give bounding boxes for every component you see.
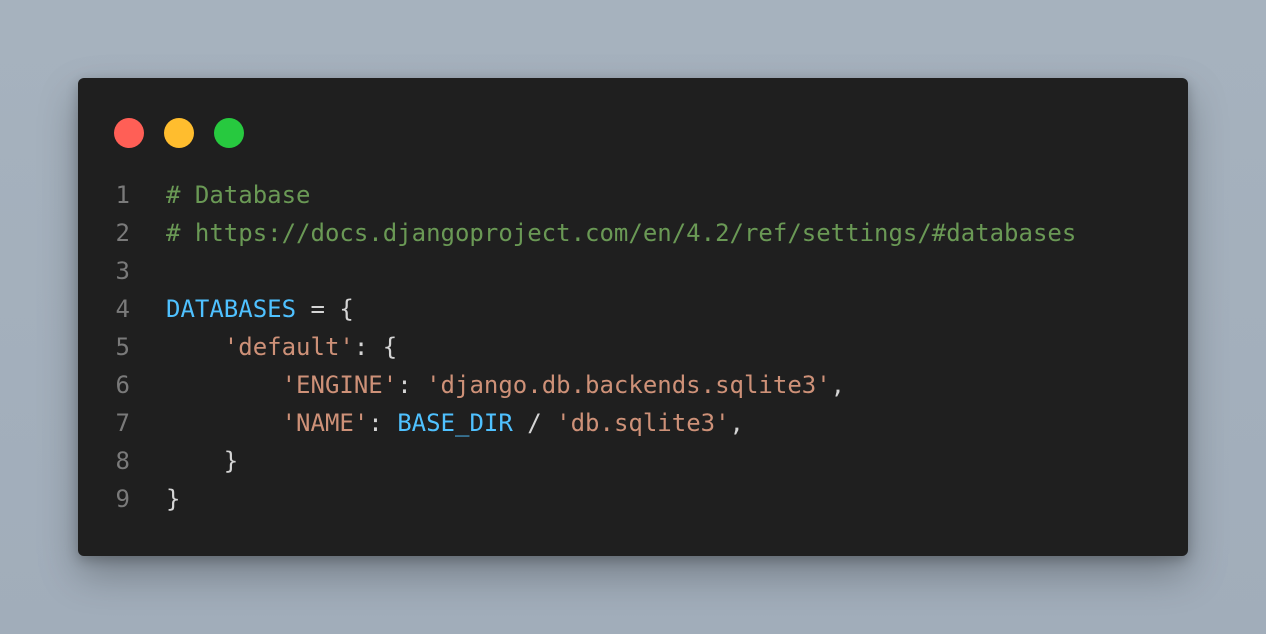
minimize-dot-icon[interactable] [164,118,194,148]
line-number: 8 [115,447,130,475]
punct-token: , [830,371,846,399]
line-number: 9 [115,485,130,513]
code-line: 9} [78,480,1188,518]
comment-token: # https://docs.djangoproject.com/en/4.2/… [166,219,1077,247]
punct-token: : [397,371,427,399]
window-controls [114,118,244,148]
comment-token: # Database [166,181,311,209]
code-line: 2 # https://docs.djangoproject.com/en/4.2… [78,214,1188,252]
maximize-dot-icon[interactable] [214,118,244,148]
close-dot-icon[interactable] [114,118,144,148]
string-token: 'ENGINE' [281,371,398,399]
ident-token: DATABASES [166,295,297,323]
line-number: 7 [115,409,130,437]
punct-token: : [368,409,398,437]
code-line: 4 DATABASES = { [78,290,1188,328]
line-content: # https://docs.djangoproject.com/en/4.2/… [166,214,1076,252]
line-number: 4 [115,295,130,323]
code-line: 1 # Database [78,176,1188,214]
code-window: 1 # Database 2 # https://docs.djangoproject… [78,78,1188,556]
punct-token: : { [353,333,398,361]
punct-token [166,333,224,361]
string-token: 'NAME' [281,409,369,437]
line-number: 3 [115,257,130,285]
line-content: 'NAME': BASE_DIR / 'db.sqlite3', [166,404,744,442]
punct-token: } [166,485,181,513]
string-token: 'default' [223,333,354,361]
punct-token: , [729,409,744,437]
line-content: } [166,480,180,518]
punct-token: } [166,447,239,475]
code-line: 8 } [78,442,1188,480]
string-token: 'django.db.backends.sqlite3' [426,371,831,399]
line-content: DATABASES = { [166,290,354,328]
code-block: 1 # Database 2 # https://docs.djangoproject… [78,176,1188,518]
line-content: 'default': { [166,328,397,366]
punct-token: / [512,409,557,437]
punct-token [166,371,282,399]
punct-token [166,409,282,437]
punct-token: = { [296,295,354,323]
line-number: 1 [115,181,130,209]
line-content: } [166,442,238,480]
string-token: 'db.sqlite3' [556,409,730,437]
code-line: 6 'ENGINE': 'django.db.backends.sqlite3'… [78,366,1188,404]
line-content: # Database [166,176,311,214]
code-line: 3 [78,252,1188,290]
line-content: 'ENGINE': 'django.db.backends.sqlite3', [166,366,846,404]
line-number: 6 [115,371,130,399]
code-line: 7 'NAME': BASE_DIR / 'db.sqlite3', [78,404,1188,442]
ident-token: BASE_DIR [397,409,513,437]
code-line: 5 'default': { [78,328,1188,366]
line-number: 5 [115,333,130,361]
line-number: 2 [115,219,130,247]
